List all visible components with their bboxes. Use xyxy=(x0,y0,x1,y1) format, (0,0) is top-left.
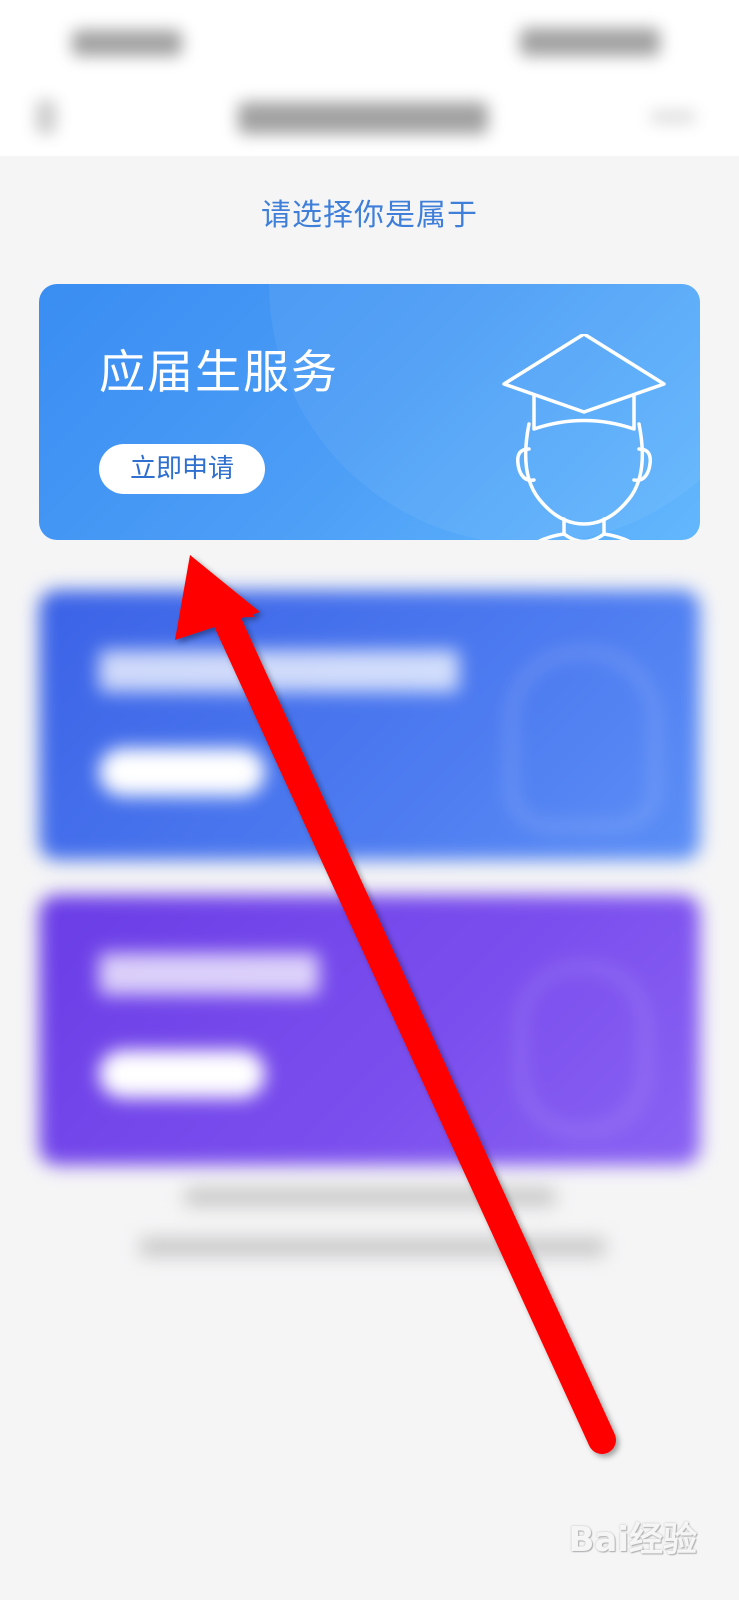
more-icon[interactable] xyxy=(650,112,696,122)
page-title xyxy=(238,102,488,134)
status-time xyxy=(72,30,182,56)
footer-text-line xyxy=(140,1238,605,1256)
apply-now-button[interactable]: 立即申请 xyxy=(99,444,265,494)
graduate-service-card[interactable]: 应届生服务 立即申请 xyxy=(39,284,700,540)
person-icon xyxy=(509,650,657,828)
card-title-placeholder xyxy=(99,953,319,995)
nav-bar xyxy=(0,80,739,156)
third-service-card[interactable] xyxy=(39,895,700,1165)
card-title-placeholder xyxy=(99,650,459,692)
baidu-jingyan-watermark: Bai经验 xyxy=(568,1520,697,1560)
person-icon xyxy=(519,965,647,1133)
selection-prompt: 请选择你是属于 xyxy=(261,198,478,233)
status-icons xyxy=(520,28,660,56)
graduate-icon xyxy=(502,334,666,540)
back-icon[interactable] xyxy=(36,100,56,134)
second-service-card[interactable] xyxy=(39,590,700,860)
status-bar xyxy=(0,0,739,80)
card-button-placeholder[interactable] xyxy=(99,1050,265,1098)
card-button-placeholder[interactable] xyxy=(99,748,265,796)
blurred-region xyxy=(0,540,739,1300)
card-title: 应届生服务 xyxy=(99,345,339,399)
footer-text-line xyxy=(185,1188,555,1206)
